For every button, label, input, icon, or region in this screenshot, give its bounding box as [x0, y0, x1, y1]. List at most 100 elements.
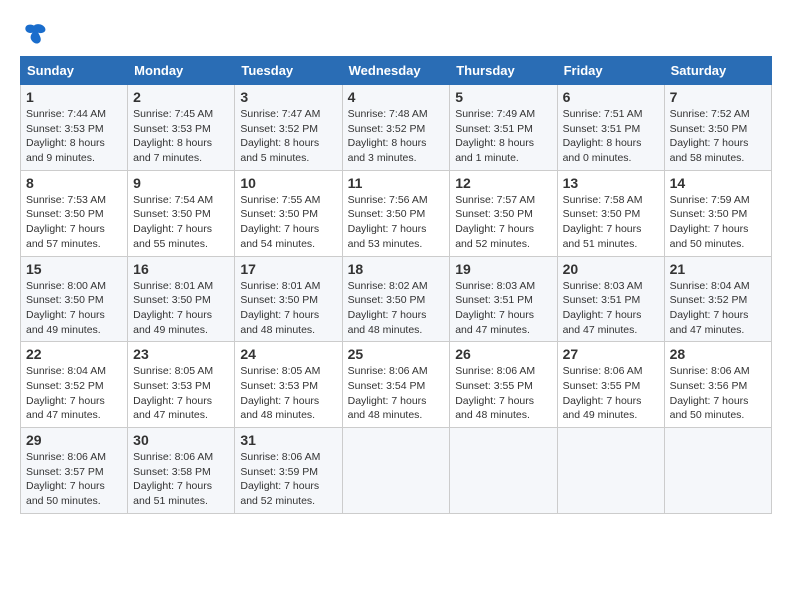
- day-info: Sunrise: 7:49 AM Sunset: 3:51 PM Dayligh…: [455, 107, 551, 166]
- day-number: 6: [563, 89, 659, 105]
- day-number: 14: [670, 175, 766, 191]
- calendar-cell: 25 Sunrise: 8:06 AM Sunset: 3:54 PM Dayl…: [342, 342, 450, 428]
- calendar-cell: 17 Sunrise: 8:01 AM Sunset: 3:50 PM Dayl…: [235, 256, 342, 342]
- day-info: Sunrise: 8:01 AM Sunset: 3:50 PM Dayligh…: [240, 279, 336, 338]
- day-number: 27: [563, 346, 659, 362]
- day-info: Sunrise: 8:06 AM Sunset: 3:57 PM Dayligh…: [26, 450, 122, 509]
- calendar-cell: 16 Sunrise: 8:01 AM Sunset: 3:50 PM Dayl…: [128, 256, 235, 342]
- calendar-cell: [450, 428, 557, 514]
- day-number: 11: [348, 175, 445, 191]
- logo: [20, 20, 52, 48]
- day-number: 19: [455, 261, 551, 277]
- day-number: 29: [26, 432, 122, 448]
- day-number: 13: [563, 175, 659, 191]
- calendar-cell: 9 Sunrise: 7:54 AM Sunset: 3:50 PM Dayli…: [128, 170, 235, 256]
- day-info: Sunrise: 7:48 AM Sunset: 3:52 PM Dayligh…: [348, 107, 445, 166]
- calendar-cell: 15 Sunrise: 8:00 AM Sunset: 3:50 PM Dayl…: [21, 256, 128, 342]
- calendar-cell: 26 Sunrise: 8:06 AM Sunset: 3:55 PM Dayl…: [450, 342, 557, 428]
- calendar-cell: 4 Sunrise: 7:48 AM Sunset: 3:52 PM Dayli…: [342, 85, 450, 171]
- calendar-cell: 18 Sunrise: 8:02 AM Sunset: 3:50 PM Dayl…: [342, 256, 450, 342]
- day-info: Sunrise: 7:58 AM Sunset: 3:50 PM Dayligh…: [563, 193, 659, 252]
- day-number: 26: [455, 346, 551, 362]
- day-number: 15: [26, 261, 122, 277]
- day-number: 1: [26, 89, 122, 105]
- calendar-cell: 28 Sunrise: 8:06 AM Sunset: 3:56 PM Dayl…: [664, 342, 771, 428]
- calendar-cell: [342, 428, 450, 514]
- day-number: 3: [240, 89, 336, 105]
- day-info: Sunrise: 7:51 AM Sunset: 3:51 PM Dayligh…: [563, 107, 659, 166]
- calendar-cell: 20 Sunrise: 8:03 AM Sunset: 3:51 PM Dayl…: [557, 256, 664, 342]
- calendar-week-3: 15 Sunrise: 8:00 AM Sunset: 3:50 PM Dayl…: [21, 256, 772, 342]
- calendar-cell: 2 Sunrise: 7:45 AM Sunset: 3:53 PM Dayli…: [128, 85, 235, 171]
- calendar-week-1: 1 Sunrise: 7:44 AM Sunset: 3:53 PM Dayli…: [21, 85, 772, 171]
- calendar-table: SundayMondayTuesdayWednesdayThursdayFrid…: [20, 56, 772, 514]
- day-info: Sunrise: 8:04 AM Sunset: 3:52 PM Dayligh…: [670, 279, 766, 338]
- calendar-week-5: 29 Sunrise: 8:06 AM Sunset: 3:57 PM Dayl…: [21, 428, 772, 514]
- day-info: Sunrise: 8:03 AM Sunset: 3:51 PM Dayligh…: [563, 279, 659, 338]
- day-number: 4: [348, 89, 445, 105]
- weekday-header-sunday: Sunday: [21, 57, 128, 85]
- day-info: Sunrise: 8:00 AM Sunset: 3:50 PM Dayligh…: [26, 279, 122, 338]
- calendar-cell: 29 Sunrise: 8:06 AM Sunset: 3:57 PM Dayl…: [21, 428, 128, 514]
- day-info: Sunrise: 8:05 AM Sunset: 3:53 PM Dayligh…: [133, 364, 229, 423]
- day-info: Sunrise: 7:59 AM Sunset: 3:50 PM Dayligh…: [670, 193, 766, 252]
- day-number: 24: [240, 346, 336, 362]
- calendar-cell: 14 Sunrise: 7:59 AM Sunset: 3:50 PM Dayl…: [664, 170, 771, 256]
- day-info: Sunrise: 7:44 AM Sunset: 3:53 PM Dayligh…: [26, 107, 122, 166]
- day-number: 5: [455, 89, 551, 105]
- day-number: 25: [348, 346, 445, 362]
- calendar-cell: 12 Sunrise: 7:57 AM Sunset: 3:50 PM Dayl…: [450, 170, 557, 256]
- calendar-cell: 7 Sunrise: 7:52 AM Sunset: 3:50 PM Dayli…: [664, 85, 771, 171]
- weekday-header-thursday: Thursday: [450, 57, 557, 85]
- day-info: Sunrise: 8:06 AM Sunset: 3:55 PM Dayligh…: [563, 364, 659, 423]
- day-info: Sunrise: 8:01 AM Sunset: 3:50 PM Dayligh…: [133, 279, 229, 338]
- day-number: 30: [133, 432, 229, 448]
- calendar-cell: 3 Sunrise: 7:47 AM Sunset: 3:52 PM Dayli…: [235, 85, 342, 171]
- day-number: 7: [670, 89, 766, 105]
- calendar-cell: 30 Sunrise: 8:06 AM Sunset: 3:58 PM Dayl…: [128, 428, 235, 514]
- logo-bird-icon: [20, 20, 48, 48]
- day-number: 9: [133, 175, 229, 191]
- calendar-cell: 31 Sunrise: 8:06 AM Sunset: 3:59 PM Dayl…: [235, 428, 342, 514]
- day-number: 23: [133, 346, 229, 362]
- weekday-header-friday: Friday: [557, 57, 664, 85]
- weekday-header-tuesday: Tuesday: [235, 57, 342, 85]
- day-number: 10: [240, 175, 336, 191]
- day-number: 22: [26, 346, 122, 362]
- day-info: Sunrise: 7:56 AM Sunset: 3:50 PM Dayligh…: [348, 193, 445, 252]
- day-info: Sunrise: 7:45 AM Sunset: 3:53 PM Dayligh…: [133, 107, 229, 166]
- day-info: Sunrise: 7:53 AM Sunset: 3:50 PM Dayligh…: [26, 193, 122, 252]
- day-number: 21: [670, 261, 766, 277]
- day-info: Sunrise: 7:47 AM Sunset: 3:52 PM Dayligh…: [240, 107, 336, 166]
- day-info: Sunrise: 7:57 AM Sunset: 3:50 PM Dayligh…: [455, 193, 551, 252]
- calendar-cell: 10 Sunrise: 7:55 AM Sunset: 3:50 PM Dayl…: [235, 170, 342, 256]
- weekday-header-saturday: Saturday: [664, 57, 771, 85]
- day-info: Sunrise: 8:06 AM Sunset: 3:58 PM Dayligh…: [133, 450, 229, 509]
- calendar-cell: 27 Sunrise: 8:06 AM Sunset: 3:55 PM Dayl…: [557, 342, 664, 428]
- calendar-cell: 5 Sunrise: 7:49 AM Sunset: 3:51 PM Dayli…: [450, 85, 557, 171]
- day-number: 17: [240, 261, 336, 277]
- day-number: 20: [563, 261, 659, 277]
- day-info: Sunrise: 8:05 AM Sunset: 3:53 PM Dayligh…: [240, 364, 336, 423]
- day-number: 31: [240, 432, 336, 448]
- calendar-cell: 11 Sunrise: 7:56 AM Sunset: 3:50 PM Dayl…: [342, 170, 450, 256]
- calendar-cell: 8 Sunrise: 7:53 AM Sunset: 3:50 PM Dayli…: [21, 170, 128, 256]
- calendar-cell: [664, 428, 771, 514]
- day-number: 2: [133, 89, 229, 105]
- day-info: Sunrise: 7:54 AM Sunset: 3:50 PM Dayligh…: [133, 193, 229, 252]
- day-info: Sunrise: 8:06 AM Sunset: 3:59 PM Dayligh…: [240, 450, 336, 509]
- calendar-cell: 23 Sunrise: 8:05 AM Sunset: 3:53 PM Dayl…: [128, 342, 235, 428]
- day-info: Sunrise: 8:03 AM Sunset: 3:51 PM Dayligh…: [455, 279, 551, 338]
- day-number: 16: [133, 261, 229, 277]
- day-number: 18: [348, 261, 445, 277]
- day-info: Sunrise: 7:52 AM Sunset: 3:50 PM Dayligh…: [670, 107, 766, 166]
- calendar-cell: 19 Sunrise: 8:03 AM Sunset: 3:51 PM Dayl…: [450, 256, 557, 342]
- calendar-cell: [557, 428, 664, 514]
- calendar-week-4: 22 Sunrise: 8:04 AM Sunset: 3:52 PM Dayl…: [21, 342, 772, 428]
- calendar-week-2: 8 Sunrise: 7:53 AM Sunset: 3:50 PM Dayli…: [21, 170, 772, 256]
- weekday-header-wednesday: Wednesday: [342, 57, 450, 85]
- calendar-cell: 6 Sunrise: 7:51 AM Sunset: 3:51 PM Dayli…: [557, 85, 664, 171]
- day-info: Sunrise: 8:06 AM Sunset: 3:54 PM Dayligh…: [348, 364, 445, 423]
- day-info: Sunrise: 8:06 AM Sunset: 3:55 PM Dayligh…: [455, 364, 551, 423]
- calendar-cell: 24 Sunrise: 8:05 AM Sunset: 3:53 PM Dayl…: [235, 342, 342, 428]
